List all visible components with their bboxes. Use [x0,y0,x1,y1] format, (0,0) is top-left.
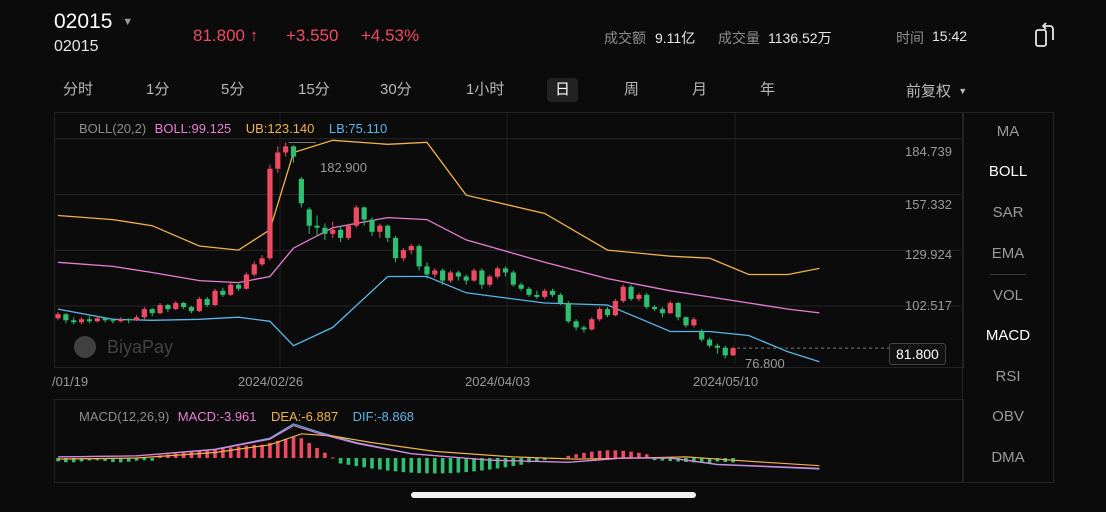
watermark-logo-icon [74,336,96,358]
tab-period[interactable]: 5分 [221,80,244,100]
indicator-macd[interactable]: MACD [965,327,1051,344]
turnover-value: 9.11亿 [655,30,696,46]
date-axis-label: 2024/04/03 [465,374,531,389]
tab-period[interactable]: 分时 [63,80,93,100]
watermark: BiyaPay [74,336,173,358]
macd-legend-dea: DEA:-6.887 [270,409,339,424]
price-axis-label: 129.924 [905,247,952,262]
adjust-label: 前复权 [906,83,952,100]
indicator-ema[interactable]: EMA [965,245,1051,262]
tab-period[interactable]: 30分 [380,80,412,100]
watermark-text: BiyaPay [107,337,174,357]
indicator-rsi[interactable]: RSI [965,368,1051,385]
adjust-dropdown[interactable]: 前复权 ▼ [906,80,967,101]
price-change: +3.550 [286,26,339,45]
volume-value: 1136.52万 [768,30,832,46]
main-chart-panel[interactable] [54,112,964,368]
boll-legend-ub: UB:123.140 [245,121,315,136]
boll-legend: BOLL(20,2) BOLL:99.125 UB:123.140 LB:75.… [79,120,397,138]
tab-period[interactable]: 日 [547,78,579,102]
price-axis-label: 102.517 [905,298,952,313]
time-value: 15:42 [932,28,968,44]
date-axis-label: 2024/02/26 [238,374,304,389]
indicator-sar[interactable]: SAR [965,204,1051,221]
volume-label: 成交量 [718,30,760,46]
price-change-pct: +4.53% [361,26,420,45]
indicator-divider [990,274,1026,275]
tab-period[interactable]: 月 [692,80,707,100]
indicator-boll[interactable]: BOLL [965,163,1051,180]
boll-legend-lb: LB:75.110 [328,121,388,136]
chevron-down-icon: ▼ [122,16,134,28]
macd-legend: MACD(12,26,9) MACD:-3.961 DEA:-6.887 DIF… [79,408,424,426]
time-label: 时间 [896,30,924,46]
low-annotation: 76.800 [745,356,785,371]
symbol-subtitle: 02015 [54,38,99,55]
macd-legend-dif: DIF:-8.868 [352,409,415,424]
indicator-obv[interactable]: OBV [965,408,1051,425]
tab-period[interactable]: 1小时 [466,80,504,100]
indicator-dma[interactable]: DMA [965,449,1051,466]
macd-legend-macd: MACD:-3.961 [177,409,257,424]
price-axis-label: 157.332 [905,197,952,212]
date-axis-label: 2024/05/10 [693,374,759,389]
boll-legend-name: BOLL(20,2) [79,121,147,136]
rotate-screen-icon[interactable] [1033,22,1057,48]
indicator-ma[interactable]: MA [965,123,1051,140]
tab-period[interactable]: 周 [624,80,639,100]
tab-period[interactable]: 15分 [298,80,330,100]
symbol-selector[interactable]: 02015 ▼ [54,10,133,34]
symbol-title: 02015 [54,10,113,33]
indicator-vol[interactable]: VOL [965,287,1051,304]
boll-legend-mid: BOLL:99.125 [154,121,232,136]
tab-period[interactable]: 1分 [146,80,169,100]
home-indicator [411,492,696,498]
macd-legend-name: MACD(12,26,9) [79,409,170,424]
turnover-label: 成交额 [604,30,646,46]
caret-down-icon: ▼ [958,86,968,96]
price-axis-label: 184.739 [905,144,952,159]
last-price-tag: 81.800 [889,343,946,365]
high-annotation: 182.900 [320,160,367,175]
date-axis-label: /01/19 [52,374,89,389]
last-price: 81.800 ↑ [193,26,259,45]
tab-period[interactable]: 年 [760,80,775,100]
